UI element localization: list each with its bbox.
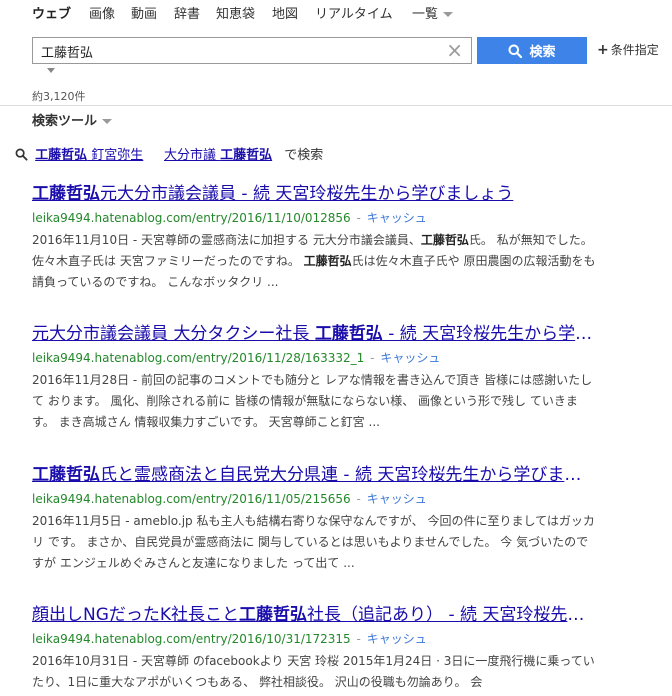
result-url-line: leika9494.hatenablog.com/entry/2016/10/3…	[32, 630, 598, 647]
separator: -	[370, 351, 375, 365]
related-search-link[interactable]: 大分市議 工藤哲弘	[164, 148, 272, 163]
tab-more-label: 一覧	[412, 7, 439, 22]
cache-link[interactable]: キャッシュ	[367, 492, 427, 506]
result-title-link[interactable]: 元大分市議会議員 大分タクシー社長 工藤哲弘 - 続 天宮玲桜先生から学びましょ…	[32, 319, 598, 344]
title-text: 氏と霊感商法と自民党大分県連 - 続 天宮玲桜先生から学びましょう	[100, 465, 598, 485]
search-tools-label: 検索ツール	[32, 114, 98, 129]
tab-chiebukuro[interactable]: 知恵袋	[216, 3, 255, 22]
title-highlight: 工藤哲弘	[239, 605, 308, 625]
snippet-text: 2016年11月10日 - 天宮尊師の霊感商法に加担する 元大分市議会議員、	[32, 233, 421, 247]
title-highlight: 工藤哲弘	[32, 184, 100, 204]
snippet-highlight: 工藤哲弘	[420, 233, 469, 247]
result-count: 約3,120件	[32, 90, 86, 103]
clear-icon[interactable]: ×	[446, 40, 463, 60]
result-snippet: 2016年11月10日 - 天宮尊師の霊感商法に加担する 元大分市議会議員、工藤…	[32, 230, 598, 293]
chevron-down-icon	[443, 12, 454, 17]
search-icon	[15, 148, 28, 161]
related-query-extra: 釘宮弥生	[87, 148, 144, 163]
search-vertical-tabs: ウェブ 画像 動画 辞書 知恵袋 地図 リアルタイム 一覧	[0, 0, 672, 26]
result-title-link[interactable]: 工藤哲弘氏と霊感商法と自民党大分県連 - 続 天宮玲桜先生から学びましょう	[32, 460, 598, 485]
snippet-highlight: 工藤哲弘	[303, 254, 352, 268]
cache-link[interactable]: キャッシュ	[367, 211, 427, 225]
cache-link[interactable]: キャッシュ	[367, 632, 427, 646]
tab-videos[interactable]: 動画	[131, 3, 157, 22]
result-snippet: 2016年10月31日 - 天宮尊師 のfacebookより 天宮 玲桜 201…	[32, 654, 595, 689]
tab-dictionary[interactable]: 辞書	[174, 3, 200, 22]
separator: -	[356, 492, 361, 506]
search-result: 工藤哲弘氏と霊感商法と自民党大分県連 - 続 天宮玲桜先生から学びましょう le…	[32, 460, 598, 574]
result-url: leika9494.hatenablog.com/entry/2016/11/2…	[32, 351, 365, 365]
result-url-line: leika9494.hatenablog.com/entry/2016/11/1…	[32, 209, 598, 226]
result-url-line: leika9494.hatenablog.com/entry/2016/11/2…	[32, 349, 598, 366]
related-query-bold: 工藤哲弘	[220, 148, 273, 163]
title-text: 元大分市議会議員 - 続 天宮玲桜先生から学びましょう	[100, 184, 514, 204]
related-search-link[interactable]: 工藤哲弘 釘宮弥生	[35, 148, 143, 163]
tab-realtime[interactable]: リアルタイム	[315, 3, 393, 22]
search-button-label: 検索	[529, 45, 556, 60]
result-url: leika9494.hatenablog.com/entry/2016/11/0…	[32, 492, 351, 506]
title-text: 顔出しNGだったK社長こと	[32, 605, 240, 625]
result-snippet: 2016年11月28日 - 前回の記事のコメントでも随分と レアな情報を書き込ん…	[32, 373, 593, 429]
header-divider	[0, 105, 672, 106]
advanced-search-link[interactable]: + 条件指定	[597, 41, 659, 58]
title-text: 社長（追記あり） - 続 天宮玲桜先生から学びましょう	[307, 605, 598, 625]
cache-link[interactable]: キャッシュ	[380, 351, 440, 365]
search-result: 元大分市議会議員 大分タクシー社長 工藤哲弘 - 続 天宮玲桜先生から学びましょ…	[32, 319, 598, 433]
related-query-extra: 大分市議	[163, 148, 221, 163]
result-title-link[interactable]: 顔出しNGだったK社長こと工藤哲弘社長（追記あり） - 続 天宮玲桜先生から学び…	[32, 600, 598, 625]
advanced-search-label: 条件指定	[610, 43, 659, 57]
search-result: 顔出しNGだったK社長こと工藤哲弘社長（追記あり） - 続 天宮玲桜先生から学び…	[32, 600, 598, 693]
search-tools-toggle[interactable]: 検索ツール	[32, 110, 113, 129]
related-query-bold: 工藤哲弘	[35, 148, 88, 163]
plus-icon: +	[597, 42, 609, 58]
separator: -	[356, 632, 361, 646]
search-history-caret-icon[interactable]	[47, 68, 55, 73]
search-button[interactable]: 検索	[477, 37, 587, 64]
title-highlight: 工藤哲弘	[314, 324, 383, 344]
related-searches: 工藤哲弘 釘宮弥生 大分市議 工藤哲弘 で検索	[15, 144, 323, 163]
search-box: ×	[32, 37, 472, 64]
chevron-down-icon	[102, 119, 113, 124]
tab-map[interactable]: 地図	[272, 3, 298, 22]
title-text: 元大分市議会議員 大分タクシー社長	[32, 324, 315, 344]
tab-more[interactable]: 一覧	[412, 3, 454, 22]
title-text: - 続 天宮玲桜先生から学びましょう	[388, 324, 598, 344]
result-url-line: leika9494.hatenablog.com/entry/2016/11/0…	[32, 490, 598, 507]
title-highlight: 工藤哲弘	[32, 465, 100, 485]
separator: -	[356, 211, 361, 225]
related-suffix: で検索	[284, 148, 324, 163]
search-result: 工藤哲弘元大分市議会議員 - 続 天宮玲桜先生から学びましょう leika949…	[32, 179, 598, 293]
search-input[interactable]	[41, 42, 441, 60]
result-title-link[interactable]: 工藤哲弘元大分市議会議員 - 続 天宮玲桜先生から学びましょう	[32, 179, 598, 204]
result-snippet: 2016年11月5日 - ameblo.jp 私も主人も結構右寄りな保守なんです…	[32, 514, 595, 570]
tab-images[interactable]: 画像	[89, 3, 115, 22]
tab-web[interactable]: ウェブ	[32, 3, 71, 22]
result-url: leika9494.hatenablog.com/entry/2016/10/3…	[32, 632, 351, 646]
search-icon	[508, 44, 523, 58]
result-url: leika9494.hatenablog.com/entry/2016/11/1…	[32, 211, 351, 225]
